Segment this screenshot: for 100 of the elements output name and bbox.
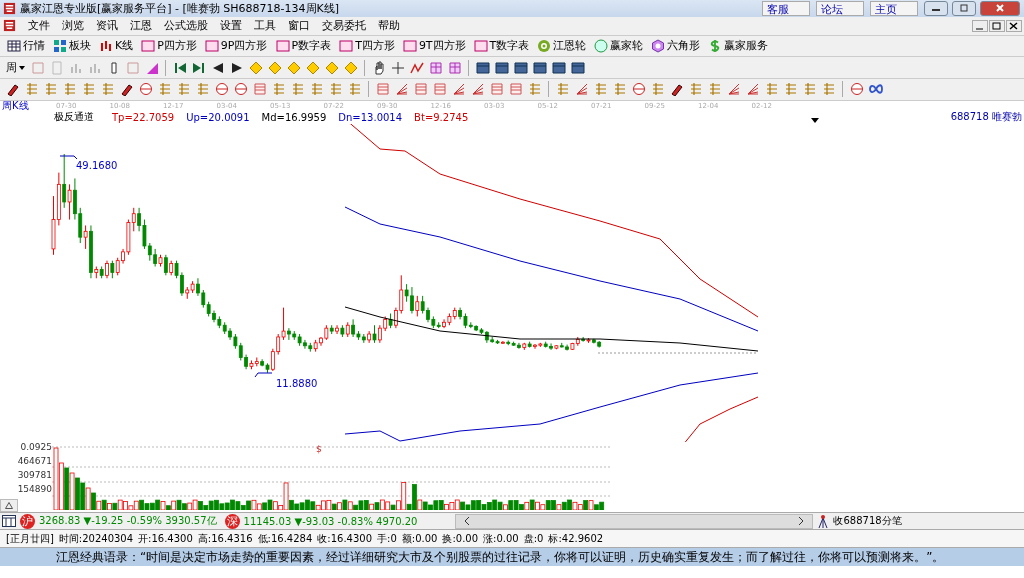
lines-icon[interactable] xyxy=(707,82,722,97)
menu-item[interactable]: 江恩 xyxy=(130,18,152,34)
fan-icon[interactable] xyxy=(394,82,409,97)
candlestick-icon xyxy=(99,38,113,53)
toolbar-button[interactable]: 行情 xyxy=(4,38,48,54)
down-triangle-icon xyxy=(810,117,819,123)
menu-item[interactable]: 文件 xyxy=(28,18,50,34)
candlestick xyxy=(83,224,88,250)
lines-icon[interactable] xyxy=(195,82,210,97)
table-icon xyxy=(7,38,21,53)
toolbar-button[interactable]: T四方形 xyxy=(336,38,398,54)
lines-icon[interactable] xyxy=(62,82,77,97)
calendar-icon[interactable] xyxy=(2,515,16,528)
fan-icon[interactable] xyxy=(745,82,760,97)
lines-icon[interactable] xyxy=(328,82,343,97)
toolbar-button[interactable]: 六角形 xyxy=(648,38,704,54)
menu-item[interactable]: 帮助 xyxy=(378,18,400,34)
lines-icon[interactable] xyxy=(821,82,836,97)
pen-icon[interactable] xyxy=(669,82,684,97)
lines-icon[interactable] xyxy=(555,82,570,97)
diamond-icon[interactable] xyxy=(305,60,320,75)
lines-icon[interactable] xyxy=(593,82,608,97)
lines-icon[interactable] xyxy=(347,82,362,97)
menu-item[interactable]: 资讯 xyxy=(96,18,118,34)
lines-icon[interactable] xyxy=(783,82,798,97)
info-field: 额:0.00 xyxy=(401,531,438,546)
toolbar-button[interactable]: 赢家轮 xyxy=(591,38,647,54)
header-link[interactable]: 论坛 xyxy=(816,0,864,16)
axis-label: 309781 xyxy=(17,469,52,480)
pen-icon[interactable] xyxy=(119,82,134,97)
toolbar-button[interactable]: K线 xyxy=(96,38,137,54)
low-price-label: 11.8880 xyxy=(276,377,318,389)
menu-item[interactable]: 浏览 xyxy=(62,18,84,34)
circle-icon[interactable] xyxy=(849,82,864,97)
index-quote: 11145.03 ▼-93.03 -0.83% 4970.20 xyxy=(243,515,418,527)
lines-icon[interactable] xyxy=(176,82,191,97)
lines-icon[interactable] xyxy=(43,82,58,97)
circle-icon[interactable] xyxy=(631,82,646,97)
candlestick xyxy=(163,253,168,276)
info-field: 盘:0 xyxy=(523,531,544,546)
toolbar-button[interactable]: 9P四方形 xyxy=(201,38,271,54)
menu-item[interactable]: 设置 xyxy=(220,18,242,34)
header-link[interactable]: 客服 xyxy=(762,0,810,16)
fan-icon[interactable] xyxy=(470,82,485,97)
lines-icon[interactable] xyxy=(527,82,542,97)
circle-icon[interactable] xyxy=(214,82,229,97)
menu-item[interactable]: 工具 xyxy=(254,18,276,34)
indicator-value: Dn=13.0014 xyxy=(338,111,403,123)
close-button[interactable] xyxy=(980,0,1020,16)
lines-icon[interactable] xyxy=(309,82,324,97)
indicator-value: Md=16.9959 xyxy=(261,111,327,123)
circle-icon[interactable] xyxy=(138,82,153,97)
circle-icon[interactable] xyxy=(233,82,248,97)
lines-icon[interactable] xyxy=(81,82,96,97)
scroll-bar[interactable] xyxy=(455,513,814,529)
pattern-icon[interactable] xyxy=(428,60,443,75)
lines-icon[interactable] xyxy=(271,82,286,97)
toolbar-button[interactable]: T数字表 xyxy=(470,38,533,54)
menu-item[interactable]: 公式选股 xyxy=(164,18,208,34)
fan-icon[interactable] xyxy=(574,82,589,97)
fan-icon[interactable] xyxy=(726,82,741,97)
expand-button[interactable] xyxy=(0,498,18,512)
skip-back-icon[interactable] xyxy=(172,60,187,75)
right-triangle-icon[interactable] xyxy=(229,60,244,75)
info-field: [正月廿四] xyxy=(6,531,54,546)
menu-item[interactable]: 交易委托 xyxy=(322,18,366,34)
axis-label: 0.0925 xyxy=(20,441,52,452)
skip-forward-icon[interactable] xyxy=(191,60,206,75)
indicator-value: Tp=22.7059 xyxy=(112,111,175,123)
header-link[interactable]: 主页 xyxy=(870,0,918,16)
axis-label: 154890 xyxy=(17,483,52,494)
circle-icon xyxy=(594,38,609,53)
pattern-icon[interactable] xyxy=(447,60,462,75)
toolbar-button[interactable]: 赢家服务 xyxy=(705,38,772,54)
pen-icon[interactable] xyxy=(5,82,20,97)
infinity-icon[interactable] xyxy=(868,82,883,97)
feed-status: 收688718分笔 xyxy=(833,514,902,529)
fan-icon[interactable] xyxy=(451,82,466,97)
diamond-icon[interactable] xyxy=(286,60,301,75)
child-window-controls-icon[interactable] xyxy=(972,19,1022,32)
lines-icon[interactable] xyxy=(802,82,817,97)
lines-icon[interactable] xyxy=(764,82,779,97)
triangle-icon xyxy=(5,501,13,509)
minimize-button[interactable] xyxy=(924,0,948,16)
menu-item[interactable]: 窗口 xyxy=(288,18,310,34)
toolbar-button[interactable]: 江恩轮 xyxy=(534,38,590,54)
diamond-icon[interactable] xyxy=(267,60,282,75)
lines-icon[interactable] xyxy=(612,82,627,97)
toolbar-button[interactable]: P四方形 xyxy=(138,38,200,54)
diamond-icon[interactable] xyxy=(324,60,339,75)
diamond-icon[interactable] xyxy=(343,60,358,75)
toolbar-button[interactable]: 9T四方形 xyxy=(399,38,469,54)
marker-label: $ xyxy=(316,443,322,454)
toolbar-button[interactable]: P数字表 xyxy=(272,38,335,54)
toolbar-button[interactable]: 板块 xyxy=(50,38,94,54)
period-dropdown[interactable]: 周 xyxy=(4,60,27,76)
high-price-label: 49.1680 xyxy=(76,159,118,171)
lines-icon[interactable] xyxy=(290,82,305,97)
lines-icon[interactable] xyxy=(157,82,172,97)
zigzag-icon[interactable] xyxy=(409,60,424,75)
